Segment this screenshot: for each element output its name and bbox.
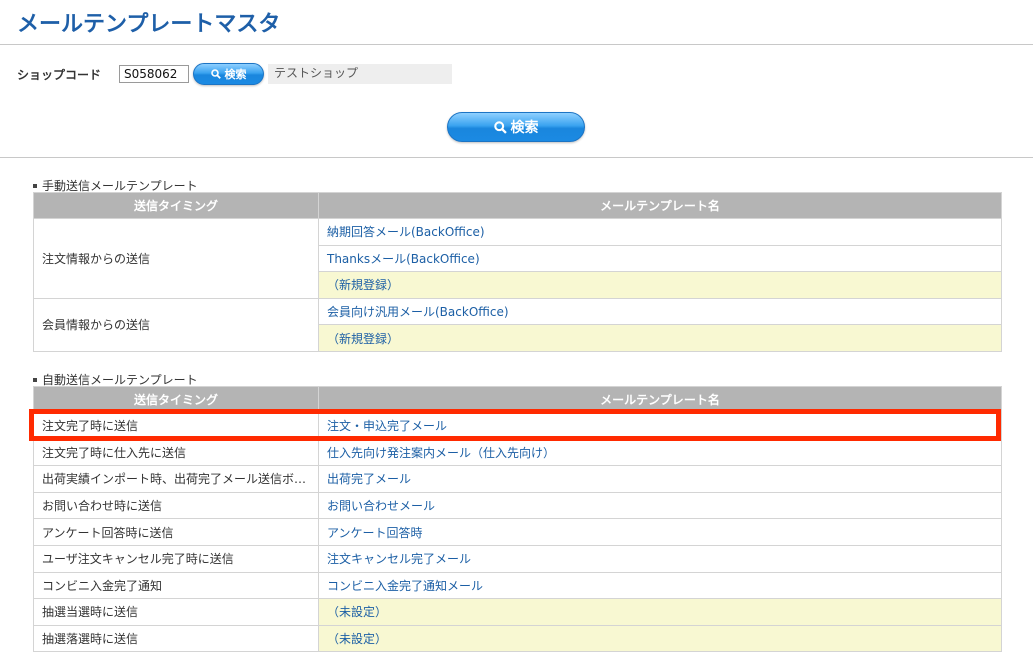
search-icon	[493, 120, 507, 134]
timing-cell: 注文情報からの送信	[33, 218, 319, 299]
table-row: 注文完了時に仕入先に送信 仕入先向け発注案内メール（仕入先向け）	[33, 438, 1002, 467]
template-link[interactable]: 出荷完了メール	[327, 472, 411, 486]
template-name-cell: （未設定）	[318, 624, 1002, 653]
shop-search-button-label: 検索	[224, 68, 247, 81]
table-row: 会員情報からの送信 会員向け汎用メール(BackOffice)	[33, 297, 1002, 352]
template-name-cell: （未設定）	[318, 598, 1002, 626]
template-link[interactable]: アンケート回答時	[327, 526, 423, 540]
timing-cell: 抽選落選時に送信	[33, 624, 319, 653]
search-icon	[210, 69, 221, 79]
template-link[interactable]: 仕入先向け発注案内メール（仕入先向け）	[327, 446, 555, 460]
search-divider	[0, 157, 1033, 158]
highlight-box	[29, 409, 1001, 441]
template-link[interactable]: 注文キャンセル完了メール	[327, 552, 471, 566]
template-name-cell: 会員向け汎用メール(BackOffice)	[318, 297, 1002, 326]
template-link[interactable]: Thanksメール(BackOffice)	[327, 252, 480, 266]
manual-template-table: 送信タイミング メールテンプレート名 注文情報からの送信 納期回答メール(Bac…	[33, 192, 1002, 352]
timing-column-header: 送信タイミング	[33, 192, 319, 219]
timing-cell: 会員情報からの送信	[33, 297, 319, 352]
title-divider	[0, 44, 1033, 45]
template-name-cell: お問い合わせメール	[318, 491, 1002, 520]
table-row: コンビニ入金完了通知 コンビニ入金完了通知メール	[33, 571, 1002, 600]
table-row: 抽選落選時に送信 （未設定）	[33, 624, 1002, 653]
table-row: 注文情報からの送信 納期回答メール(BackOffice)	[33, 218, 1002, 299]
template-name-cell: （新規登録）	[318, 324, 1002, 352]
template-link[interactable]: 会員向け汎用メール(BackOffice)	[327, 305, 509, 319]
timing-cell: お問い合わせ時に送信	[33, 491, 319, 520]
template-name-column-header: メールテンプレート名	[318, 192, 1002, 219]
timing-cell: 注文完了時に仕入先に送信	[33, 438, 319, 467]
unset-template-link[interactable]: （未設定）	[327, 605, 387, 619]
timing-cell: ユーザ注文キャンセル完了時に送信	[33, 544, 319, 573]
new-registration-link[interactable]: （新規登録）	[327, 278, 399, 292]
shop-code-input[interactable]	[119, 65, 189, 83]
template-name-cell: コンビニ入金完了通知メール	[318, 571, 1002, 600]
unset-template-link[interactable]: （未設定）	[327, 632, 387, 646]
timing-cell: 抽選当選時に送信	[33, 598, 319, 626]
template-name-cell: 出荷完了メール	[318, 465, 1002, 493]
timing-cell: アンケート回答時に送信	[33, 518, 319, 546]
page-title: メールテンプレートマスタ	[17, 12, 281, 37]
timing-cell: コンビニ入金完了通知	[33, 571, 319, 600]
search-button-label: 検索	[510, 120, 539, 136]
bullet-square-icon	[33, 183, 37, 188]
table-row: アンケート回答時に送信 アンケート回答時	[33, 518, 1002, 546]
manual-section-title: 手動送信メールテンプレート	[42, 179, 198, 193]
auto-section-title: 自動送信メールテンプレート	[42, 373, 198, 387]
new-registration-link[interactable]: （新規登録）	[327, 332, 399, 346]
table-row: ユーザ注文キャンセル完了時に送信 注文キャンセル完了メール	[33, 544, 1002, 573]
table-row: 抽選当選時に送信 （未設定）	[33, 598, 1002, 626]
template-name-cell: 仕入先向け発注案内メール（仕入先向け）	[318, 438, 1002, 467]
template-link[interactable]: コンビニ入金完了通知メール	[327, 579, 483, 593]
search-button[interactable]: 検索	[447, 112, 585, 142]
template-link[interactable]: お問い合わせメール	[327, 499, 435, 513]
table-row: お問い合わせ時に送信 お問い合わせメール	[33, 491, 1002, 520]
template-name-cell: （新規登録）	[318, 271, 1002, 299]
shop-name-display: テストショップ	[268, 64, 452, 84]
table-row: 出荷実績インポート時、出荷完了メール送信ボ… 出荷完了メール	[33, 465, 1002, 493]
shop-code-label: ショップコード	[17, 68, 102, 82]
shop-search-button[interactable]: 検索	[193, 63, 264, 85]
template-name-cell: アンケート回答時	[318, 518, 1002, 546]
template-link[interactable]: 納期回答メール(BackOffice)	[327, 225, 485, 239]
template-name-cell: 注文キャンセル完了メール	[318, 544, 1002, 573]
template-name-cell: Thanksメール(BackOffice)	[318, 244, 1002, 273]
timing-cell: 出荷実績インポート時、出荷完了メール送信ボ…	[33, 465, 319, 493]
template-name-cell: 納期回答メール(BackOffice)	[318, 218, 1002, 246]
bullet-square-icon	[33, 377, 37, 382]
